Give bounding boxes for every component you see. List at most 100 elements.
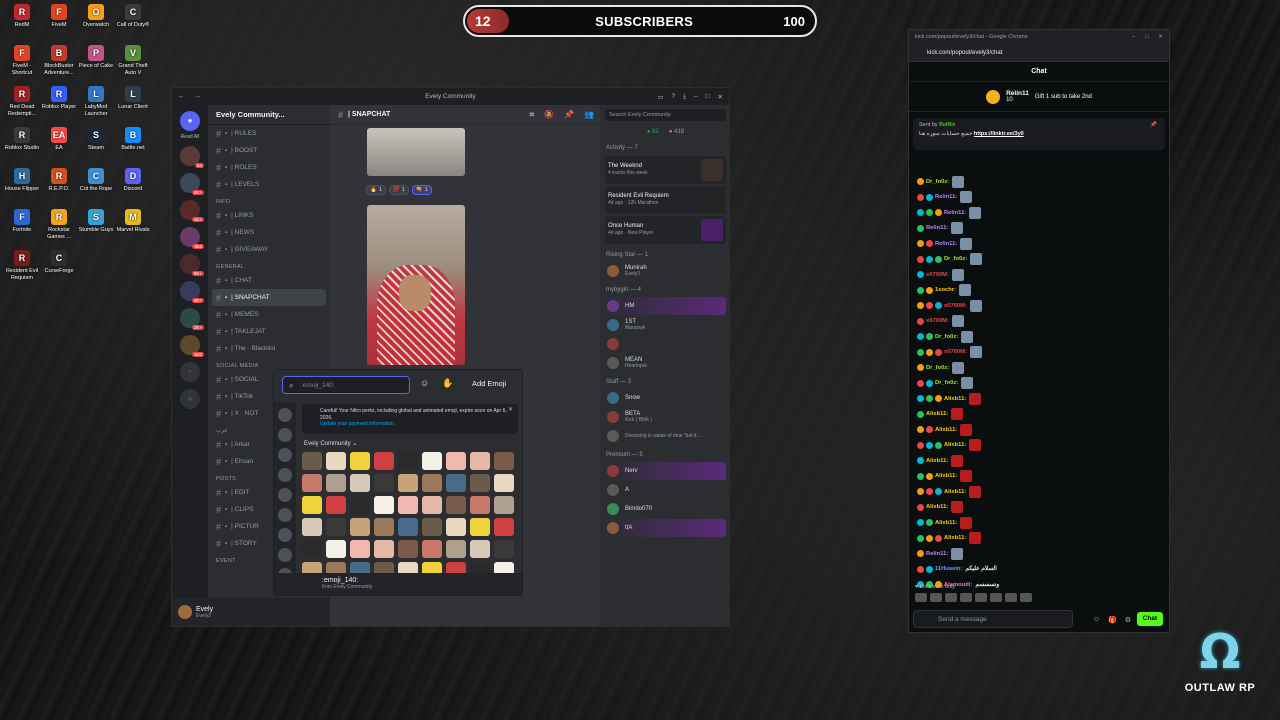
url-bar[interactable]: kick.com/popout/evely3/chat — [909, 44, 1169, 62]
channel-item[interactable]: # ▪ | BOOST — [208, 142, 330, 159]
member-item[interactable]: Bimdo070 — [605, 500, 726, 518]
chat-username[interactable]: Alixb11: — [935, 427, 957, 433]
reaction-button[interactable]: 🔫 1 — [411, 185, 432, 195]
member-item[interactable]: 1ST Maramyk — [605, 316, 726, 334]
server-tab[interactable] — [278, 488, 292, 502]
emoji-item[interactable] — [494, 540, 514, 558]
desktop-shortcut[interactable]: M Marvel Rivals — [114, 209, 152, 234]
emoji-item[interactable] — [398, 540, 418, 558]
emoji-skin-icon[interactable]: ☺ — [420, 378, 429, 388]
emoji-item[interactable] — [350, 452, 370, 470]
member-item[interactable]: ttA — [605, 519, 726, 537]
server-tab[interactable] — [278, 448, 292, 462]
emote-icon[interactable]: ☺ — [1093, 616, 1100, 624]
pinned-user[interactable]: BotRix — [939, 122, 955, 128]
emoji-item[interactable] — [470, 496, 490, 514]
pinned-link[interactable]: https://linktr.ee/3y0 — [974, 131, 1024, 137]
recent-tab[interactable] — [278, 428, 292, 442]
server-header[interactable]: Evely Community... — [208, 105, 330, 125]
member-item[interactable]: BETA Kick ( BbIk ) — [605, 408, 726, 426]
avatar[interactable] — [178, 605, 192, 619]
channel-item[interactable]: # ▪ | NEWS — [208, 224, 330, 241]
skin-tone-icon[interactable]: ✋ — [442, 378, 453, 389]
chat-username[interactable]: Alixb11: — [926, 504, 948, 510]
emoji-item[interactable] — [326, 452, 346, 470]
close-icon[interactable]: ✕ — [508, 407, 513, 414]
member-item[interactable]: HM — [605, 297, 726, 315]
activity-card[interactable]: The Weeknd 4 tracks this week — [605, 156, 726, 184]
emoji-item[interactable] — [446, 518, 466, 536]
server-icon[interactable]: 3K+ — [180, 281, 204, 303]
emoji-section-header[interactable]: Evely Community ⌄ — [304, 440, 357, 447]
channel-item[interactable]: # ▪ | GIVEAWAY — [208, 241, 330, 258]
member-item[interactable]: Nerv — [605, 462, 726, 480]
activity-card[interactable]: Once Human 4d ago · New Player — [605, 216, 726, 244]
chat-input[interactable]: Send a message — [913, 610, 1073, 628]
emoji-item[interactable] — [302, 518, 322, 536]
payment-link[interactable]: Update your payment information. — [320, 421, 395, 427]
emoji-item[interactable] — [494, 496, 514, 514]
emoji-item[interactable] — [494, 474, 514, 492]
emoji-item[interactable] — [398, 474, 418, 492]
member-item[interactable]: Snow — [605, 389, 726, 407]
activity-card[interactable]: Resident Evil Requiem 4d ago · 12h Marath… — [605, 186, 726, 214]
desktop-shortcut[interactable]: C Cut the Rope — [77, 168, 115, 193]
emoji-item[interactable] — [326, 496, 346, 514]
server-icon[interactable]: 4K+ — [180, 173, 204, 195]
desktop-shortcut[interactable]: C Call of Duty® — [114, 4, 152, 29]
chat-username[interactable]: Alixb11: — [926, 411, 948, 417]
emoji-item[interactable] — [374, 518, 394, 536]
emoji-item[interactable] — [494, 518, 514, 536]
pin-icon[interactable]: 📌 — [1150, 121, 1157, 130]
close-icon[interactable]: ✕ — [1158, 34, 1163, 40]
gift-icon[interactable]: 🎁 — [1108, 616, 1117, 624]
emoji-item[interactable] — [350, 496, 370, 514]
emoji-item[interactable] — [398, 518, 418, 536]
chat-username[interactable]: Relin11: — [944, 210, 966, 216]
emoji-item[interactable] — [350, 540, 370, 558]
search-input[interactable]: Search Evely Community — [605, 109, 726, 121]
mute-icon[interactable]: 🔕 — [544, 110, 554, 120]
send-chat-button[interactable]: Chat — [1137, 612, 1163, 626]
desktop-shortcut[interactable]: L Lunar Client — [114, 86, 152, 111]
desktop-shortcut[interactable]: S Stumble Guys — [77, 209, 115, 234]
emoji-item[interactable] — [326, 518, 346, 536]
settings-icon[interactable]: ⚙ — [1125, 616, 1131, 624]
emoji-item[interactable] — [422, 496, 442, 514]
chat-username[interactable]: Alixb11: — [935, 520, 957, 526]
desktop-shortcut[interactable]: C CurseForge — [40, 250, 78, 275]
video-attachment[interactable] — [367, 128, 465, 176]
maximize-icon[interactable]: □ — [1145, 34, 1148, 40]
desktop-shortcut[interactable]: B Battle.net — [114, 127, 152, 152]
desktop-shortcut[interactable]: R R.E.P.O. — [40, 168, 78, 193]
channel-item[interactable]: # ▪ | ROLES — [208, 159, 330, 176]
emoji-item[interactable] — [494, 452, 514, 470]
emoji-item[interactable] — [302, 474, 322, 492]
desktop-shortcut[interactable]: H House Flipper — [3, 168, 41, 193]
desktop-shortcut[interactable]: R Roblox Studio — [3, 127, 41, 152]
desktop-shortcut[interactable]: F FiveM — [40, 4, 78, 29]
desktop-shortcut[interactable]: R RedM — [3, 4, 41, 29]
emoji-item[interactable] — [446, 474, 466, 492]
desktop-shortcut[interactable]: L LabyMod Launcher — [77, 86, 115, 117]
server-icon[interactable]: 963 — [180, 227, 204, 249]
chat-username[interactable]: 1sochr: — [935, 287, 956, 293]
threads-icon[interactable]: ⌗ — [530, 110, 535, 120]
member-item[interactable]: Munirah Evely2 — [605, 262, 726, 280]
emoji-item[interactable] — [326, 540, 346, 558]
emoji-item[interactable] — [374, 474, 394, 492]
emoji-item[interactable] — [446, 496, 466, 514]
server-tab[interactable] — [278, 548, 292, 562]
explore-icon[interactable]: ◎ — [180, 389, 200, 409]
server-icon[interactable]: 4K+ — [180, 200, 204, 222]
video-attachment[interactable] — [367, 205, 465, 365]
chat-username[interactable]: 11Husein: — [935, 566, 962, 572]
channel-item[interactable]: # ▪ | CHAT — [208, 272, 330, 289]
emoji-item[interactable] — [422, 452, 442, 470]
channel-item[interactable]: # ▪ | SNAPCHAT — [212, 289, 326, 306]
channel-item[interactable]: # ▪ | MEMES — [208, 306, 330, 323]
category-label[interactable]: GENERAL — [208, 258, 330, 272]
chat-username[interactable]: Alixb11: — [944, 535, 966, 541]
chat-username[interactable]: Relin11: — [935, 241, 957, 247]
chat-username[interactable]: Dr_fo0z: — [944, 256, 967, 262]
